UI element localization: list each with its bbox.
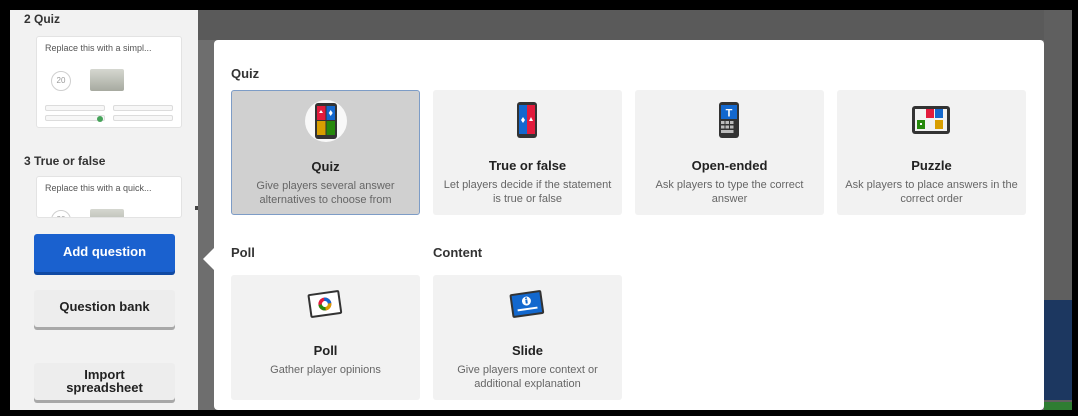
question-3-heading: 3 True or false	[24, 154, 106, 168]
dimmed-content-block	[1044, 300, 1072, 400]
question-2-heading: 2 Quiz	[24, 12, 61, 26]
tile-open-ended[interactable]: T Open-ended Ask players to type the cor…	[635, 90, 824, 215]
quiz-icon	[304, 99, 348, 143]
question-3-thumbnail	[90, 209, 124, 217]
question-bank-button[interactable]: Question bank	[34, 290, 175, 327]
tile-poll-description: Gather player opinions	[270, 364, 381, 376]
puzzle-icon	[909, 98, 953, 142]
section-title-poll: Poll	[231, 245, 255, 260]
svg-text:T: T	[726, 108, 733, 120]
tile-quiz-title: Quiz	[311, 159, 340, 174]
question-2-thumbnail	[90, 69, 124, 91]
import-label-line2: spreadsheet	[66, 380, 143, 395]
tile-slide-description: Give players more context or additional …	[457, 364, 598, 390]
question-2-card[interactable]: Replace this with a simpl... 20	[36, 36, 182, 128]
tile-true-or-false[interactable]: True or false Let players decide if the …	[433, 90, 622, 215]
tile-poll-title: Poll	[313, 343, 338, 358]
tile-true-or-false-description: Let players decide if the statement is t…	[443, 179, 612, 205]
question-3-timer: 20	[51, 210, 71, 217]
question-2-text: Replace this with a simpl...	[45, 43, 152, 53]
answer-placeholder	[45, 105, 105, 111]
poll-icon	[303, 283, 347, 327]
import-spreadsheet-button[interactable]: Import spreadsheet	[34, 363, 175, 400]
answer-placeholder	[113, 115, 173, 121]
tile-slide-title: Slide	[511, 343, 544, 358]
correct-answer-dot	[97, 116, 103, 122]
question-3-card[interactable]: Replace this with a quick... 20	[36, 176, 182, 218]
question-3-text: Replace this with a quick...	[45, 183, 152, 193]
dimmed-background	[198, 10, 1072, 40]
tile-puzzle-description: Ask players to place answers in the corr…	[845, 179, 1018, 205]
tile-true-or-false-title: True or false	[488, 158, 567, 173]
tile-puzzle-title: Puzzle	[911, 158, 952, 173]
dimmed-content-strip	[1044, 402, 1072, 410]
tile-puzzle[interactable]: Puzzle Ask players to place answers in t…	[837, 90, 1026, 215]
tile-quiz[interactable]: Quiz Give players several answer alterna…	[231, 90, 420, 215]
question-type-panel: Quiz Quiz Give players several answer al…	[214, 40, 1044, 410]
open-ended-icon: T	[707, 98, 751, 142]
popover-pointer	[203, 248, 214, 270]
add-question-button[interactable]: Add question	[34, 234, 175, 272]
dimmed-background-right	[1044, 10, 1072, 410]
tile-slide[interactable]: Slide Give players more context or addit…	[433, 275, 622, 400]
answer-placeholder	[45, 115, 105, 121]
section-title-content: Content	[433, 245, 483, 260]
answer-placeholder	[113, 105, 173, 111]
app-frame: 2 Quiz Replace this with a simpl... 20 3…	[10, 10, 1072, 410]
question-sidebar: 2 Quiz Replace this with a simpl... 20 3…	[10, 10, 198, 410]
question-2-timer: 20	[51, 71, 71, 91]
tile-open-ended-title: Open-ended	[691, 158, 768, 173]
section-title-quiz: Quiz	[231, 66, 260, 81]
tile-poll[interactable]: Poll Gather player opinions	[231, 275, 420, 400]
true-or-false-icon	[505, 98, 549, 142]
slide-icon	[505, 283, 549, 327]
tile-quiz-description: Give players several answer alternatives…	[256, 180, 395, 206]
scroll-indicator	[195, 206, 198, 210]
tile-open-ended-description: Ask players to type the correct answer	[655, 179, 804, 205]
